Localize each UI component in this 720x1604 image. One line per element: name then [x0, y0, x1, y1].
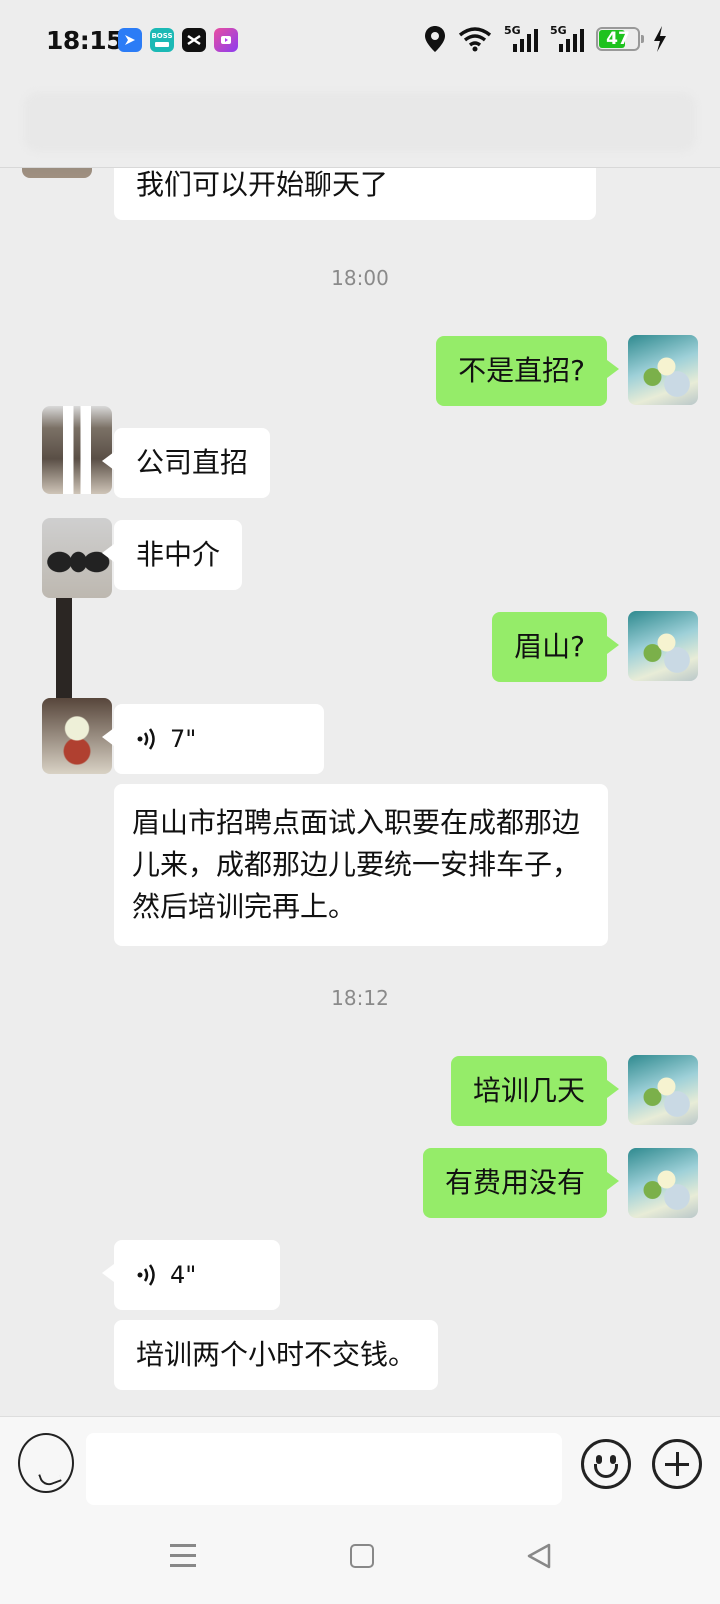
avatar-decoration: [56, 598, 72, 698]
voice-wave-icon: [137, 728, 155, 750]
incoming-message-bubble[interactable]: 非中介: [101, 520, 243, 590]
home-icon[interactable]: [350, 1544, 374, 1568]
emoji-icon[interactable]: [581, 1439, 631, 1489]
voice-message-bubble[interactable]: 7": [102, 704, 324, 774]
battery-icon: 47: [596, 27, 644, 51]
boss-icon-label: BOSS: [151, 32, 173, 40]
wifi-icon: [458, 27, 492, 52]
wechat-chat-screen: 18:15 BOSS 5G 5G 47 我们可以开始聊天了 18:00 不是直招…: [0, 0, 720, 1604]
signal-5g-icon-2: 5G: [550, 24, 584, 54]
incoming-message-bubble[interactable]: 培训两个小时不交钱。: [114, 1320, 439, 1390]
message-input[interactable]: [86, 1433, 562, 1505]
menu-icon[interactable]: [170, 1544, 196, 1568]
message-timestamp: 18:12: [331, 986, 389, 1010]
message-text: 眉山?: [514, 630, 585, 663]
message-text: 不是直招?: [458, 354, 585, 387]
location-icon: [425, 26, 445, 52]
battery-level: 47: [606, 29, 630, 49]
feishu-icon: [118, 28, 142, 52]
outgoing-message-bubble[interactable]: 不是直招?: [436, 336, 619, 406]
outgoing-message-bubble[interactable]: 眉山?: [492, 612, 619, 682]
outgoing-message-bubble[interactable]: 培训几天: [450, 1056, 620, 1126]
system-nav-bar: [0, 1516, 720, 1604]
message-text: 我们可以开始聊天了: [136, 168, 389, 201]
contact-avatar[interactable]: [42, 406, 112, 494]
contact-avatar[interactable]: [22, 168, 92, 178]
self-avatar[interactable]: [628, 1055, 698, 1125]
signal-5g-icon-1: 5G: [504, 24, 538, 54]
message-text: 眉山市招聘点面试入职要在成都那边儿来，成都那边儿要统一安排车子，然后培训完再上。: [132, 806, 581, 923]
self-avatar[interactable]: [628, 611, 698, 681]
message-text: 非中介: [136, 538, 221, 571]
incoming-message-bubble[interactable]: 我们可以开始聊天了: [114, 168, 596, 220]
notification-app-icons: BOSS: [118, 28, 238, 52]
message-text: 培训两个小时不交钱。: [136, 1338, 417, 1371]
voice-wave-icon: [137, 1264, 155, 1286]
voice-toggle-icon[interactable]: [18, 1433, 74, 1493]
incoming-message-bubble[interactable]: 眉山市招聘点面试入职要在成都那边儿来，成都那边儿要统一安排车子，然后培训完再上。: [114, 784, 608, 946]
self-avatar[interactable]: [628, 1148, 698, 1218]
video-app-icon: [214, 28, 238, 52]
voice-duration: 7": [170, 725, 197, 753]
voice-duration: 4": [170, 1261, 197, 1289]
message-text: 培训几天: [472, 1074, 585, 1107]
status-bar: 18:15 BOSS 5G 5G 47: [0, 0, 720, 82]
capcut-icon: [182, 28, 206, 52]
charging-bolt-icon: [654, 26, 666, 52]
incoming-message-bubble[interactable]: 公司直招: [101, 428, 271, 498]
outgoing-message-bubble[interactable]: 有费用没有: [422, 1148, 620, 1218]
status-time: 18:15: [46, 26, 124, 55]
back-icon[interactable]: [525, 1542, 553, 1570]
voice-message-bubble[interactable]: 4": [102, 1240, 280, 1310]
chat-header: [0, 82, 720, 168]
boss-zhipin-icon: BOSS: [150, 28, 174, 52]
message-list[interactable]: 我们可以开始聊天了 18:00 不是直招? 公司直招 非中介 眉山? 7" 眉山…: [0, 168, 720, 1416]
plus-icon[interactable]: [652, 1439, 702, 1489]
message-timestamp: 18:00: [331, 266, 389, 290]
message-text: 有费用没有: [444, 1166, 585, 1199]
self-avatar[interactable]: [628, 335, 698, 405]
chat-input-bar: [0, 1416, 720, 1516]
blurred-contact-title: [24, 92, 696, 152]
status-indicators: 5G 5G 47: [424, 24, 668, 54]
message-text: 公司直招: [136, 446, 249, 479]
